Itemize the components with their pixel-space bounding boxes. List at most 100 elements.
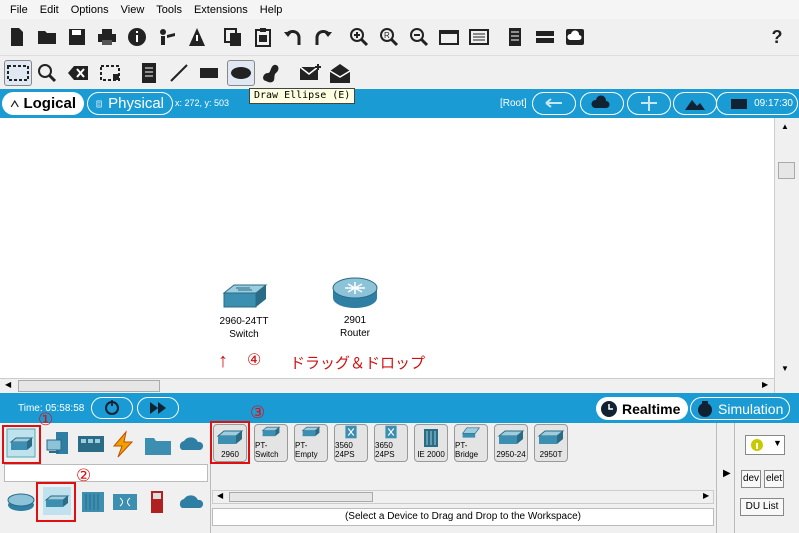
zoom-out-icon[interactable] xyxy=(406,24,432,50)
save-icon[interactable] xyxy=(64,24,90,50)
device-scroll-thumb[interactable] xyxy=(229,492,373,502)
end-devices-category-icon[interactable] xyxy=(44,430,74,460)
menu-help[interactable]: Help xyxy=(254,4,289,16)
back-button[interactable] xyxy=(532,92,576,115)
scroll-right-arrow[interactable]: ▶ xyxy=(762,380,768,389)
router-device[interactable]: 2901 Router xyxy=(327,276,383,340)
wireless-subcategory-icon[interactable] xyxy=(110,488,140,518)
multilayer-switch-3560-icon xyxy=(345,425,357,439)
menu-view[interactable]: View xyxy=(115,4,151,16)
resize-shape-icon[interactable] xyxy=(98,62,122,84)
routers-subcategory-icon[interactable] xyxy=(6,488,36,518)
inspect-icon[interactable] xyxy=(36,62,58,84)
pdu-icon[interactable] xyxy=(184,24,210,50)
network-view-icon[interactable] xyxy=(532,24,558,50)
power-cycle-button[interactable] xyxy=(91,397,133,419)
draw-rectangle-icon[interactable] xyxy=(198,62,220,84)
tab-logical[interactable]: Logical xyxy=(2,92,84,115)
notes-icon[interactable] xyxy=(502,24,528,50)
scenario-selector[interactable]: ▼ xyxy=(745,435,785,455)
new-cluster-button[interactable] xyxy=(580,92,624,115)
device-pt-empty[interactable]: PT-Empty xyxy=(294,424,328,462)
wan-emulation-subcategory-icon[interactable] xyxy=(176,488,206,518)
fast-forward-button[interactable] xyxy=(137,397,179,419)
move-object-button[interactable] xyxy=(627,92,671,115)
select-icon[interactable] xyxy=(4,60,32,86)
open-folder-icon[interactable] xyxy=(34,24,60,50)
right-panel-divider xyxy=(716,423,717,533)
undo-icon[interactable] xyxy=(280,24,306,50)
realtime-clock-icon xyxy=(601,400,617,417)
add-complex-pdu-icon[interactable] xyxy=(328,62,352,84)
scroll-down-arrow[interactable]: ▼ xyxy=(781,364,789,373)
delete-icon[interactable] xyxy=(66,62,90,84)
simulation-label: Simulation xyxy=(718,400,784,417)
new-file-icon[interactable] xyxy=(4,24,30,50)
paste-icon[interactable] xyxy=(250,24,276,50)
horizontal-scroll-thumb[interactable] xyxy=(18,380,160,392)
menu-options[interactable]: Options xyxy=(65,4,115,16)
expand-panel-arrow[interactable]: ▶ xyxy=(723,468,731,479)
tab-physical[interactable]: Physical xyxy=(87,92,173,115)
device-pt-bridge[interactable]: PT-Bridge xyxy=(454,424,488,462)
vertical-scroll-thumb[interactable] xyxy=(778,162,795,179)
add-simple-pdu-icon[interactable] xyxy=(298,62,322,84)
zoom-reset-icon[interactable]: R xyxy=(376,24,402,50)
device-ie2000[interactable]: IE 2000 xyxy=(414,424,448,462)
components-category-icon[interactable] xyxy=(76,430,106,460)
switch-device[interactable]: 2960-24TT Switch xyxy=(212,283,276,341)
security-subcategory-icon[interactable] xyxy=(142,488,172,518)
menu-edit[interactable]: Edit xyxy=(34,4,65,16)
vertical-scrollbar[interactable]: ▲ ▼ xyxy=(774,118,799,393)
device-3650[interactable]: 3650 24PS xyxy=(374,424,408,462)
menu-tools[interactable]: Tools xyxy=(150,4,188,16)
new-scenario-button[interactable]: dev xyxy=(741,470,761,488)
pdu-list-button[interactable]: DU List xyxy=(740,498,784,516)
device-label-3650: 3650 24PS xyxy=(375,441,395,459)
redo-icon[interactable] xyxy=(310,24,336,50)
menu-bar: File Edit Options View Tools Extensions … xyxy=(0,0,799,19)
zoom-in-icon[interactable] xyxy=(346,24,372,50)
custom-device-icon[interactable] xyxy=(466,24,492,50)
clock[interactable]: 09:17:30 xyxy=(716,92,798,115)
logical-workspace[interactable]: 2960-24TT Switch 2901 Router ↑ ④ ドラッグ＆ドロ… xyxy=(0,118,774,378)
root-breadcrumb[interactable]: [Root] xyxy=(500,98,527,109)
horizontal-scrollbar[interactable]: ◀ ▶ xyxy=(0,378,774,393)
device-pt-switch[interactable]: PT-Switch xyxy=(254,424,288,462)
device-scroll-right-arrow[interactable]: ▶ xyxy=(703,491,709,500)
scroll-left-arrow[interactable]: ◀ xyxy=(5,380,11,389)
device-2950t[interactable]: 2950T xyxy=(534,424,568,462)
info-icon[interactable] xyxy=(124,24,150,50)
misc-category-icon[interactable] xyxy=(143,430,173,460)
draw-line-icon[interactable] xyxy=(168,62,190,84)
scroll-up-arrow[interactable]: ▲ xyxy=(781,122,789,131)
menu-extensions[interactable]: Extensions xyxy=(188,4,254,16)
chevron-down-icon: ▼ xyxy=(773,438,782,448)
drawing-palette-icon[interactable] xyxy=(436,24,462,50)
device-list-scrollbar[interactable]: ◀ ▶ xyxy=(212,490,714,504)
draw-ellipse-icon[interactable] xyxy=(227,60,255,86)
device-label-2950t: 2950T xyxy=(539,450,563,459)
multiuser-category-icon[interactable] xyxy=(176,430,206,460)
device-label-pt-switch: PT-Switch xyxy=(255,441,279,459)
connections-category-icon[interactable] xyxy=(108,430,138,460)
freeform-icon[interactable] xyxy=(260,62,282,84)
copy-icon[interactable] xyxy=(220,24,246,50)
realtime-mode-button[interactable]: Realtime xyxy=(596,397,688,420)
delete-scenario-button[interactable]: elet xyxy=(764,470,784,488)
place-note-icon[interactable] xyxy=(140,62,158,84)
highlight-box-1 xyxy=(2,425,41,464)
device-search-field[interactable] xyxy=(4,464,208,482)
help-icon[interactable]: ? xyxy=(764,24,790,50)
simulation-mode-button[interactable]: Simulation xyxy=(690,397,790,420)
hubs-subcategory-icon[interactable] xyxy=(78,488,108,518)
set-background-button[interactable] xyxy=(673,92,717,115)
device-scroll-left-arrow[interactable]: ◀ xyxy=(217,491,223,500)
cloud-icon[interactable] xyxy=(562,24,588,50)
menu-file[interactable]: File xyxy=(4,4,34,16)
device-3560[interactable]: 3560 24PS xyxy=(334,424,368,462)
time-bar: Time: 05:58:58 Realtime Simulation xyxy=(0,393,799,423)
device-2950-24[interactable]: 2950-24 xyxy=(494,424,528,462)
activity-wizard-icon[interactable] xyxy=(154,24,180,50)
print-icon[interactable] xyxy=(94,24,120,50)
